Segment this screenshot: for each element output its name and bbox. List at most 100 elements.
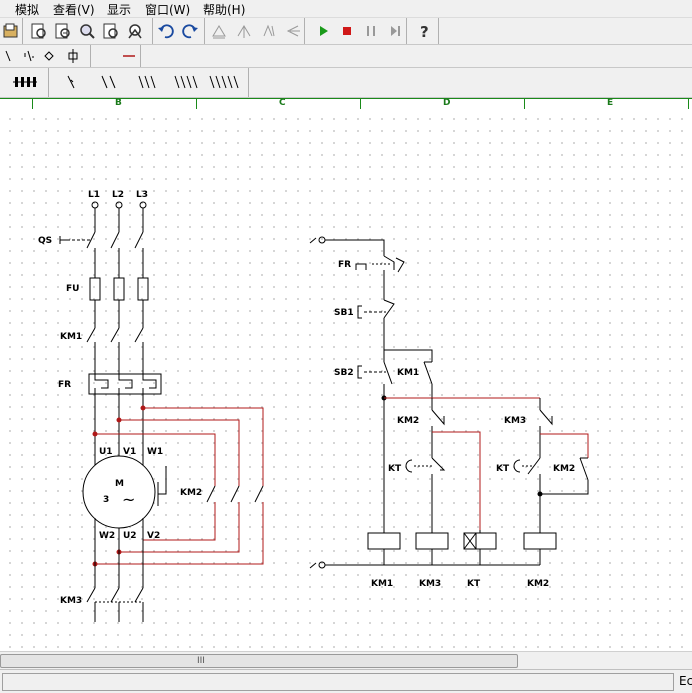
horizontal-scrollbar[interactable]: III (0, 651, 692, 669)
phase-label-l1: L1 (88, 190, 100, 200)
flip-icon[interactable] (284, 22, 302, 40)
kt-timer-contact-1[interactable] (405, 457, 446, 473)
phase-label-l3: L3 (136, 190, 148, 200)
km3-main-contacts[interactable] (86, 587, 144, 622)
terminal-l3[interactable] (139, 201, 147, 209)
ruler-column-d: D (443, 98, 451, 108)
select-icon[interactable] (126, 22, 144, 40)
run-icon[interactable] (314, 22, 332, 40)
svg-text:?: ? (420, 23, 429, 40)
motor-label: M (115, 479, 124, 489)
coil-km3-label: KM3 (419, 579, 441, 589)
control-supply-top[interactable] (309, 236, 326, 244)
kt-no-label: KT (496, 464, 510, 474)
qs-label: QS (38, 236, 52, 246)
km2-nc-label: KM2 (397, 416, 419, 426)
km1-contact-label: KM1 (397, 368, 419, 378)
km2-main-label: KM2 (180, 488, 202, 498)
terminal-w2-label: W2 (99, 531, 115, 541)
motor[interactable]: M 3 ~ (82, 455, 167, 529)
km1-hold-contact[interactable] (423, 361, 433, 385)
contact-5-icon[interactable] (208, 73, 242, 91)
menu-view[interactable]: 查看(V) (53, 1, 95, 18)
kt-timer-contact-2[interactable] (513, 457, 541, 475)
fr-control-label: FR (338, 260, 351, 270)
switch-no-icon[interactable] (0, 47, 18, 65)
fr-main-label: FR (58, 380, 71, 390)
drawing-canvas[interactable]: L1 L2 L3 QS FU KM1 FR U1 V1 W1 M 3 ~ W2 … (0, 109, 692, 651)
align-icon[interactable] (210, 22, 228, 40)
contact-1-icon[interactable] (62, 73, 80, 91)
coil-km3[interactable] (415, 532, 449, 550)
menu-help[interactable]: 帮助(H) (203, 1, 245, 18)
step-icon[interactable] (386, 22, 404, 40)
sb1-label: SB1 (334, 308, 354, 318)
component-toolbar (0, 45, 692, 68)
terminal-u1-label: U1 (99, 447, 113, 457)
main-circuit: L1 L2 L3 QS FU KM1 FR U1 V1 W1 M 3 ~ W2 … (38, 190, 264, 622)
ruler-column-e: E (607, 98, 614, 108)
sb2-start-button[interactable] (357, 361, 393, 385)
coil-kt[interactable] (463, 532, 497, 550)
terminal-v1-label: V1 (123, 447, 136, 457)
mirror-icon[interactable] (235, 22, 253, 40)
open-icon[interactable] (2, 22, 20, 40)
contact-3-icon[interactable] (136, 73, 158, 91)
kt-nc-label: KT (388, 464, 402, 474)
redo-icon[interactable] (181, 22, 199, 40)
phase-label-l2: L2 (112, 190, 124, 200)
terminal-v2-label: V2 (147, 531, 160, 541)
terminal-l2[interactable] (115, 201, 123, 209)
menu-simulate[interactable]: 模拟 (15, 1, 39, 18)
junction-icon[interactable] (64, 47, 82, 65)
sb1-stop-button[interactable] (357, 299, 395, 319)
fr-thermal-relay[interactable] (88, 373, 162, 395)
terminal-u2-label: U2 (123, 531, 137, 541)
km2-interlock-contact[interactable] (431, 409, 445, 458)
coil-km1[interactable] (367, 532, 401, 550)
menu-bar: 模拟 查看(V) 显示 窗口(W) 帮助(H) (0, 0, 692, 18)
sb2-label: SB2 (334, 368, 354, 378)
device-toolbar (0, 68, 692, 98)
km2-main-contacts[interactable] (206, 485, 264, 503)
contact-4-icon[interactable] (172, 73, 200, 91)
fr-nc-contact[interactable] (355, 255, 405, 273)
menu-window[interactable]: 窗口(W) (145, 1, 190, 18)
coil-km2[interactable] (523, 532, 557, 550)
diamond-icon[interactable] (40, 47, 58, 65)
km1-main-label: KM1 (60, 332, 82, 342)
switch-nc-icon[interactable] (20, 47, 38, 65)
terminal-block-icon[interactable] (12, 73, 38, 91)
print-preview-icon[interactable] (30, 22, 48, 40)
ruler-column-b: B (115, 98, 122, 108)
menu-display[interactable]: 显示 (107, 1, 131, 18)
control-supply-bottom[interactable] (309, 561, 326, 569)
contact-2-icon[interactable] (98, 73, 120, 91)
status-text: Ec (679, 674, 692, 688)
help-icon[interactable]: ? (415, 22, 433, 40)
fuses[interactable] (89, 277, 149, 301)
stop-icon[interactable] (338, 22, 356, 40)
coil-kt-label: KT (467, 579, 481, 589)
status-pane-main (2, 673, 674, 691)
pause-icon[interactable] (362, 22, 380, 40)
zoom-in-icon[interactable] (54, 22, 72, 40)
km1-main-contacts[interactable] (86, 327, 144, 343)
zoom-out-icon[interactable] (78, 22, 96, 40)
find-icon[interactable] (102, 22, 120, 40)
control-circuit: FR SB1 SB2 KM1 KM2 KM3 KT KT KM2 KM1 KM3… (309, 236, 589, 589)
km2-hold-contact[interactable] (579, 457, 589, 481)
motor-ac-symbol: ~ (122, 490, 135, 509)
wire-icon[interactable] (120, 47, 138, 65)
km3-nc-label: KM3 (504, 416, 526, 426)
terminal-l1[interactable] (91, 201, 99, 209)
rotate-icon[interactable] (260, 22, 278, 40)
qs-switch[interactable] (59, 231, 144, 249)
coil-km2-label: KM2 (527, 579, 549, 589)
fu-label: FU (66, 284, 79, 294)
main-toolbar: ? (0, 18, 692, 45)
coil-km1-label: KM1 (371, 579, 393, 589)
undo-icon[interactable] (157, 22, 175, 40)
scrollbar-thumb[interactable]: III (0, 654, 518, 668)
motor-phase: 3 (103, 495, 109, 505)
